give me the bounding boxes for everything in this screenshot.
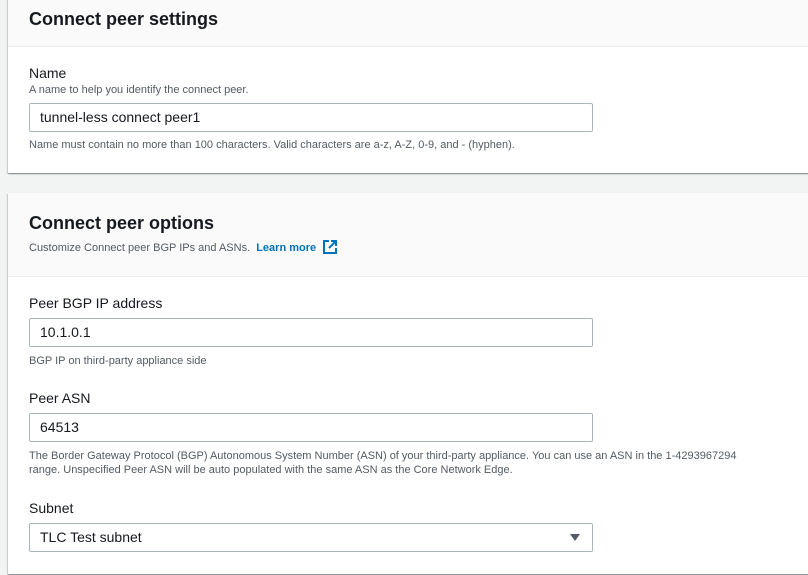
peer-bgp-ip-hint: BGP IP on third-party appliance side — [29, 355, 207, 367]
name-constraint: Name must contain no more than 100 chara… — [29, 139, 515, 151]
panel-header: Connect peer options Customize Connect p… — [8, 193, 808, 277]
panel-header: Connect peer settings — [8, 0, 808, 47]
panel-title: Connect peer settings — [29, 9, 219, 29]
caret-down-icon — [570, 534, 580, 541]
panel-title: Connect peer options — [29, 213, 215, 233]
subnet-label: Subnet — [29, 500, 74, 516]
connect-peer-settings-panel: Connect peer settings Name A name to hel… — [8, 0, 808, 173]
peer-asn-hint: The Border Gateway Protocol (BGP) Autono… — [29, 450, 737, 476]
name-label: Name — [29, 65, 67, 81]
learn-more-label: Learn more — [256, 242, 317, 254]
name-description: A name to help you identify the connect … — [29, 84, 249, 96]
peer-bgp-ip-input[interactable]: 10.1.0.1 — [29, 318, 593, 347]
peer-bgp-ip-label: Peer BGP IP address — [29, 295, 163, 311]
subnet-select[interactable]: TLC Test subnet — [29, 523, 593, 552]
peer-asn-label: Peer ASN — [29, 390, 91, 406]
learn-more-link[interactable]: Learn more — [256, 240, 338, 254]
name-input[interactable]: tunnel-less connect peer1 — [29, 103, 593, 132]
panel-description: Customize Connect peer BGP IPs and ASNs.… — [29, 240, 807, 254]
subnet-selected-value: TLC Test subnet — [40, 529, 142, 545]
external-link-icon — [323, 240, 338, 254]
peer-asn-input[interactable]: 64513 — [29, 413, 593, 442]
description-text: Customize Connect peer BGP IPs and ASNs. — [29, 242, 251, 254]
connect-peer-options-panel: Connect peer options Customize Connect p… — [8, 193, 808, 574]
